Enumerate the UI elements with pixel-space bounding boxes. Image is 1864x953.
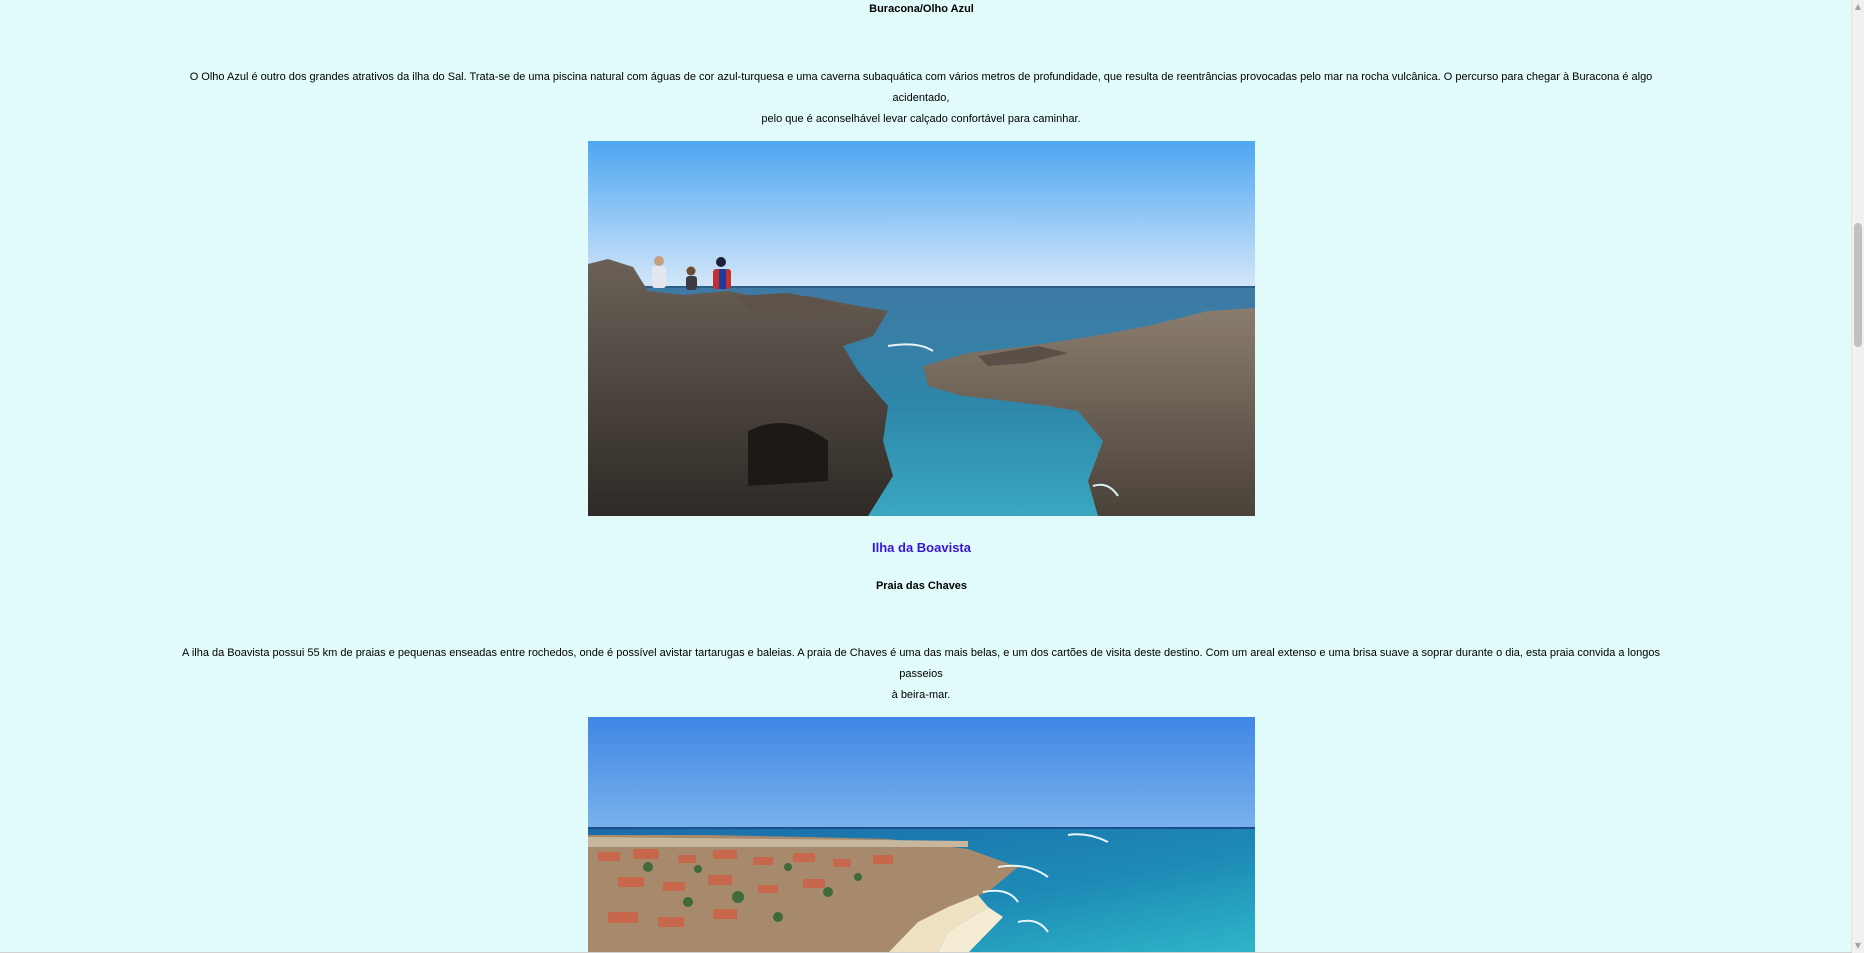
scrollbar-thumb[interactable] — [1854, 223, 1862, 347]
paragraph-line: A ilha da Boavista possui 55 km de praia… — [182, 647, 1660, 680]
paragraph-line: à beira-mar. — [891, 689, 951, 701]
subheading-buracona: Buracona/Olho Azul — [869, 3, 974, 15]
vertical-scrollbar[interactable]: ▲ ▼ — [1851, 0, 1864, 953]
paragraph-olho-azul: O Olho Azul é outro dos grandes atrativo… — [176, 67, 1666, 130]
buracona-photo — [588, 141, 1255, 516]
scroll-up-arrow-icon[interactable]: ▲ — [1852, 0, 1864, 14]
page-content: Buracona/Olho Azul O Olho Azul é outro d… — [0, 0, 1852, 953]
island-title-boavista: Ilha da Boavista — [872, 540, 971, 555]
paragraph-line: pelo que é aconselhável levar calçado co… — [761, 113, 1081, 125]
paragraph-boavista: A ilha da Boavista possui 55 km de praia… — [176, 643, 1666, 706]
praia-das-chaves-photo — [588, 717, 1255, 953]
paragraph-line: O Olho Azul é outro dos grandes atrativo… — [189, 71, 1653, 104]
scroll-down-arrow-icon[interactable]: ▼ — [1852, 939, 1864, 953]
subheading-praia-das-chaves: Praia das Chaves — [875, 580, 968, 592]
